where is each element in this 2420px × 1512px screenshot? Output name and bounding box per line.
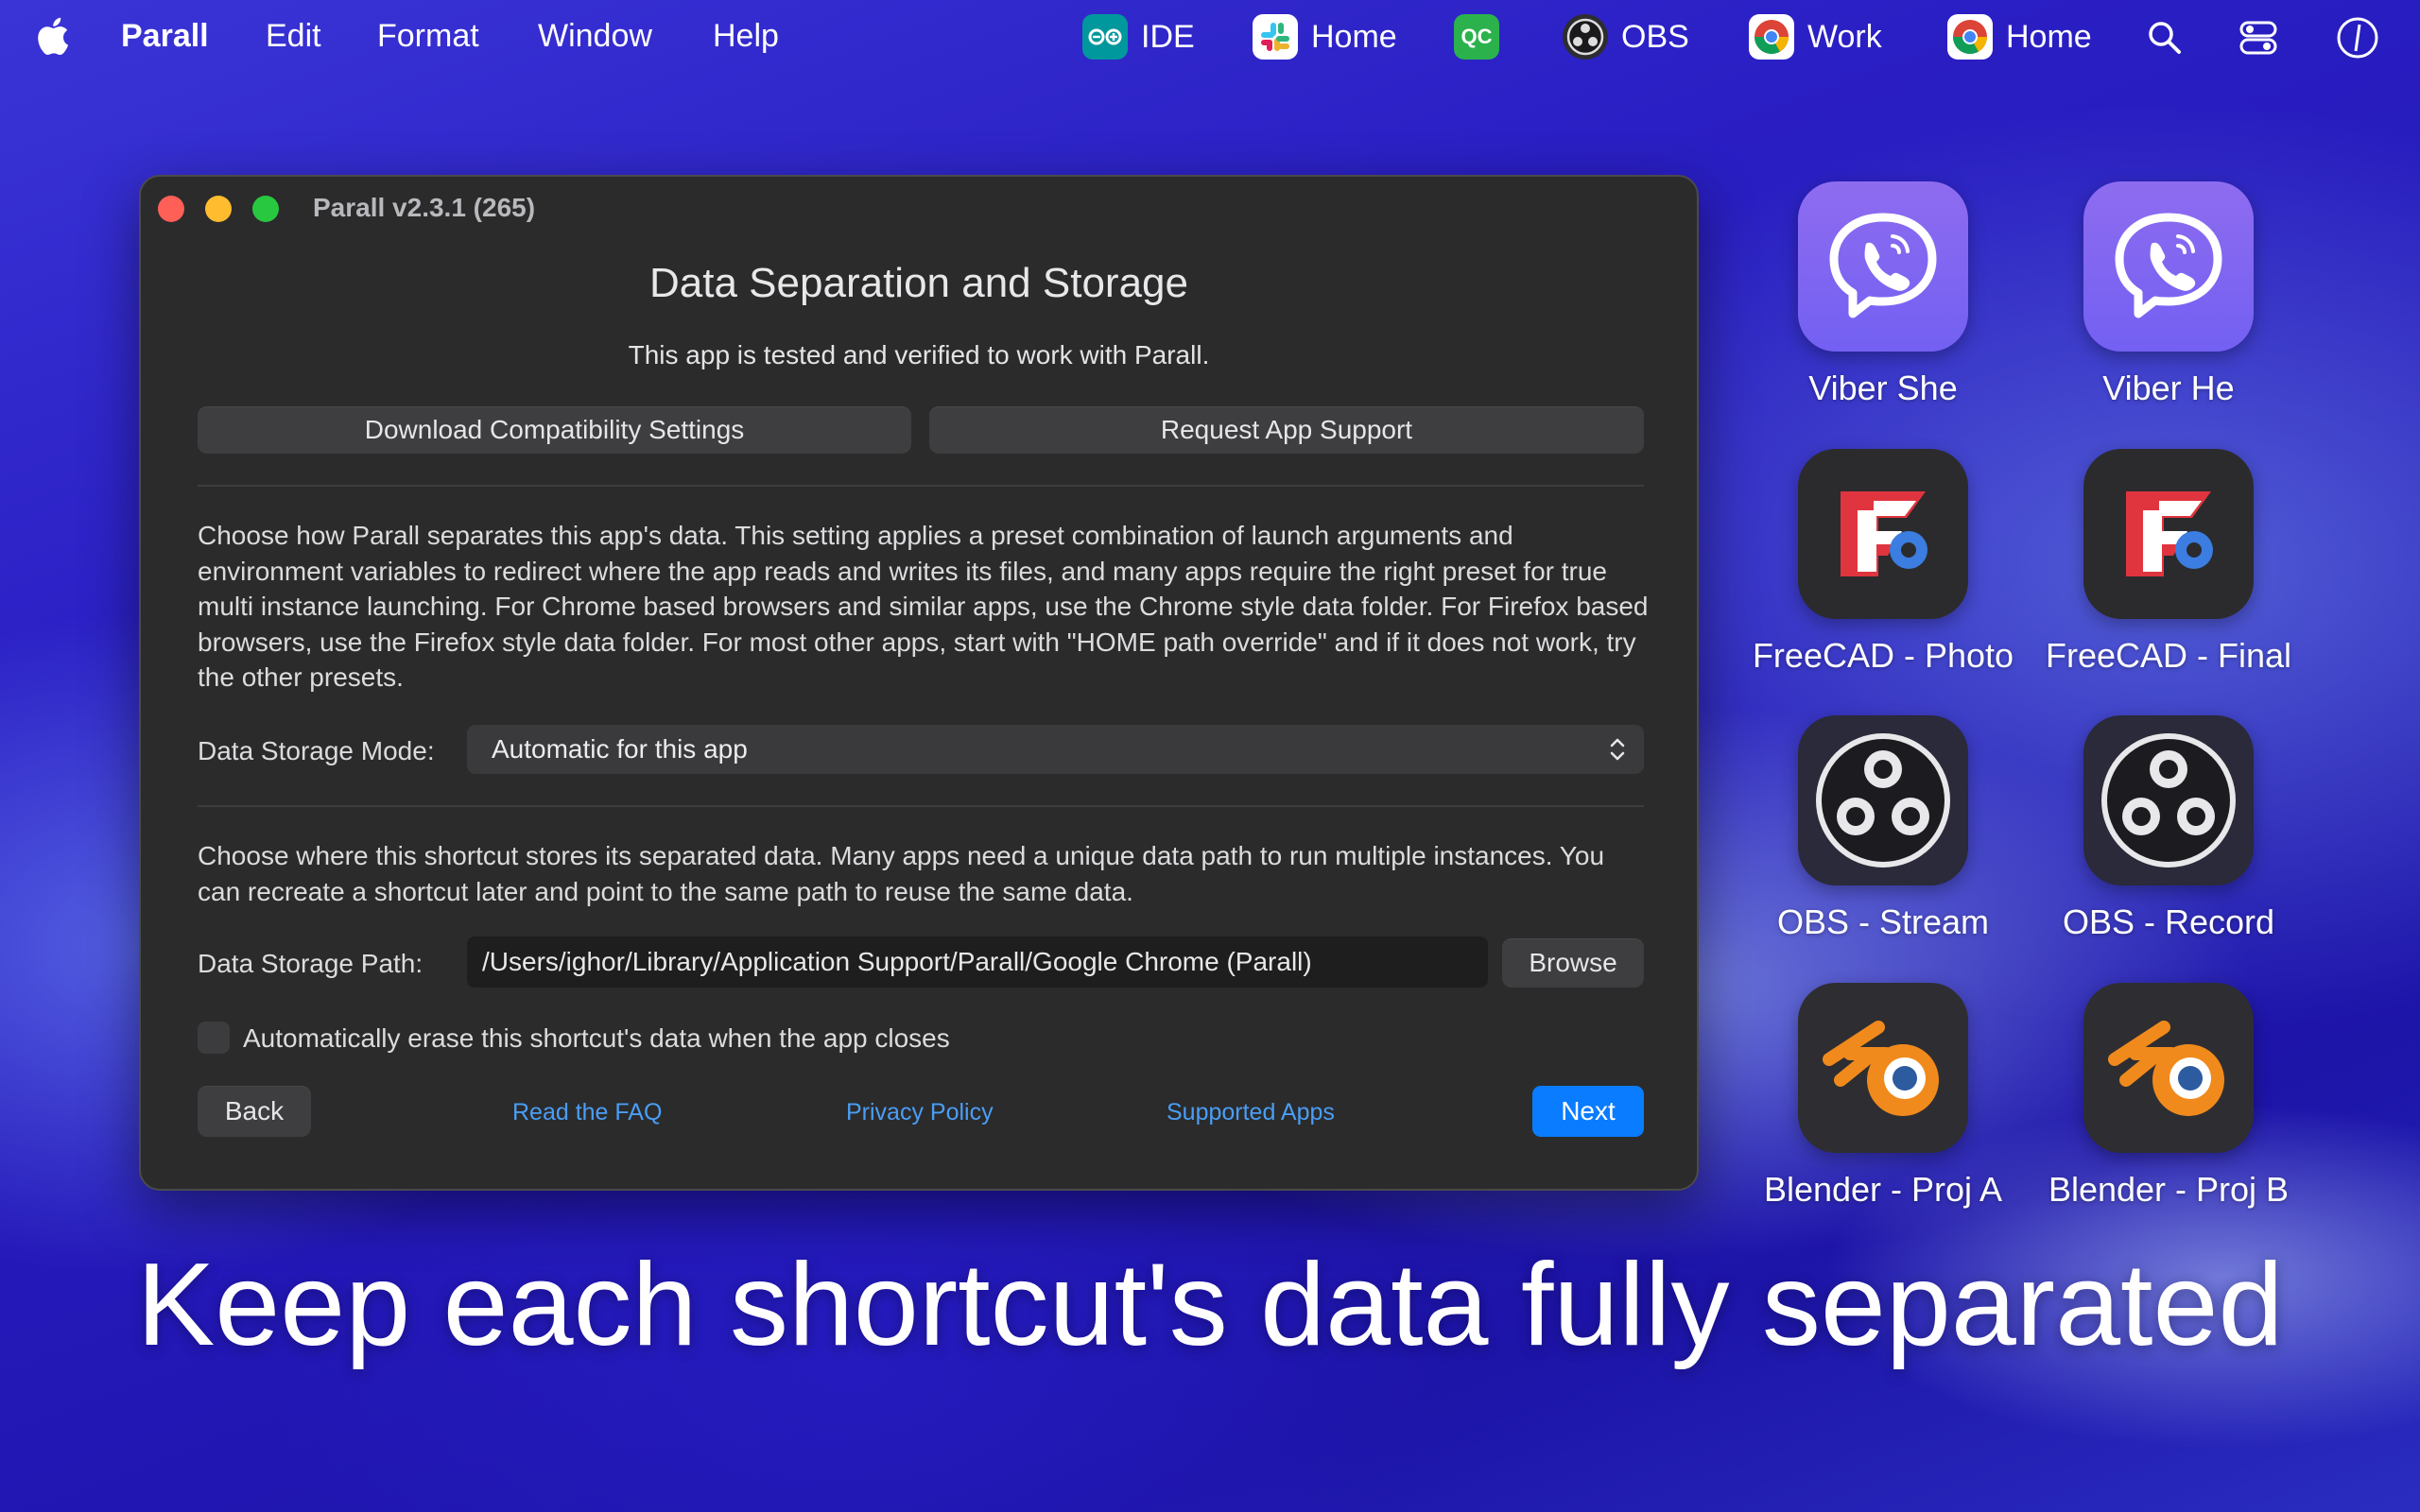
slack-icon — [1253, 14, 1298, 60]
menu-format[interactable]: Format — [377, 15, 479, 57]
mode-label: Data Storage Mode: — [198, 736, 435, 765]
divider — [198, 485, 1644, 487]
data-storage-mode-select[interactable]: Automatic for this app — [467, 725, 1644, 774]
desktop-shortcut-label: Blender - Proj B — [2048, 1170, 2290, 1209]
status-app-chrome-work[interactable]: Work — [1749, 13, 1882, 60]
compatibility-status: This app is tested and verified to work … — [628, 340, 1210, 369]
desktop-shortcut-freecad-final[interactable]: FreeCAD - Final — [2027, 449, 2310, 676]
privacy-policy-link[interactable]: Privacy Policy — [846, 1099, 994, 1126]
minimize-button[interactable] — [205, 196, 232, 222]
status-app-qc[interactable]: QC — [1454, 13, 1499, 60]
erase-data-checkbox[interactable] — [198, 1022, 230, 1054]
arduino-icon — [1082, 14, 1128, 60]
blender-icon — [2083, 983, 2254, 1153]
menu-help[interactable]: Help — [713, 15, 779, 57]
desktop-shortcut-blender-proj-b[interactable]: Blender - Proj B — [2027, 983, 2310, 1210]
menu-bar: Parall Edit Format Window Help IDE Home … — [0, 0, 2420, 74]
status-app-label: IDE — [1141, 18, 1195, 55]
desktop-shortcut-label: FreeCAD - Photo — [1752, 636, 2014, 675]
desktop-shortcut-label: OBS - Record — [2062, 902, 2275, 941]
desktop-shortcut-label: Viber She — [1808, 369, 1958, 407]
next-button[interactable]: Next — [1532, 1086, 1644, 1137]
desktop-shortcut-obs-stream[interactable]: OBS - Stream — [1741, 715, 2025, 942]
status-app-label: Home — [2006, 18, 2092, 55]
status-app-slack-home[interactable]: Home — [1253, 13, 1397, 60]
status-app-label: Home — [1311, 18, 1397, 55]
search-icon[interactable] — [2146, 19, 2184, 57]
blender-icon — [1798, 983, 1968, 1153]
browse-button[interactable]: Browse — [1502, 938, 1644, 988]
path-description: Choose where this shortcut stores its se… — [198, 841, 1605, 906]
mode-selected-value: Automatic for this app — [492, 734, 748, 764]
control-center-icon[interactable] — [2238, 19, 2278, 57]
desktop-shortcut-freecad-photo[interactable]: FreeCAD - Photo — [1741, 449, 2025, 676]
back-button[interactable]: Back — [198, 1086, 311, 1137]
status-app-label: Work — [1807, 18, 1882, 55]
desktop-shortcut-label: Viber He — [2102, 369, 2235, 407]
data-storage-path-field[interactable]: /Users/ighor/Library/Application Support… — [467, 936, 1488, 988]
status-app-obs[interactable]: OBS — [1563, 13, 1689, 60]
status-app-chrome-home[interactable]: Home — [1947, 13, 2092, 60]
desktop-shortcut-label: OBS - Stream — [1776, 902, 1990, 941]
obs-icon — [1798, 715, 1968, 885]
close-button[interactable] — [158, 196, 184, 222]
desktop-shortcut-label: FreeCAD - Final — [2045, 636, 2292, 675]
faq-link[interactable]: Read the FAQ — [512, 1099, 662, 1126]
mode-description: Choose how Parall separates this app's d… — [198, 521, 1649, 692]
request-app-support-button[interactable]: Request App Support — [929, 406, 1644, 454]
path-label: Data Storage Path: — [198, 949, 424, 978]
desktop-shortcut-viber-he[interactable]: Viber He — [2027, 181, 2310, 408]
parall-window: Parall v2.3.1 (265) Data Separation and … — [139, 175, 1699, 1191]
freecad-icon — [1798, 449, 1968, 619]
status-app-ide[interactable]: IDE — [1082, 13, 1195, 60]
divider — [198, 805, 1644, 807]
page-title: Data Separation and Storage — [649, 260, 1188, 306]
window-title: Parall v2.3.1 (265) — [313, 193, 536, 222]
chevron-updown-icon — [1610, 738, 1625, 761]
status-app-label: OBS — [1621, 18, 1689, 55]
chrome-icon — [1749, 14, 1794, 60]
desktop-shortcut-blender-proj-a[interactable]: Blender - Proj A — [1741, 983, 2025, 1210]
erase-data-label[interactable]: Automatically erase this shortcut's data… — [243, 1023, 950, 1054]
supported-apps-link[interactable]: Supported Apps — [1167, 1099, 1335, 1126]
download-compatibility-button[interactable]: Download Compatibility Settings — [198, 406, 911, 454]
chrome-icon — [1947, 14, 1993, 60]
desktop-shortcut-label: Blender - Proj A — [1763, 1170, 2003, 1209]
menu-edit[interactable]: Edit — [266, 15, 321, 57]
desktop-shortcut-viber-she[interactable]: Viber She — [1741, 181, 2025, 408]
promo-tagline: Keep each shortcut's data fully separate… — [136, 1240, 2284, 1370]
desktop-shortcut-obs-record[interactable]: OBS - Record — [2027, 715, 2310, 942]
menu-app-name[interactable]: Parall — [121, 15, 209, 57]
siri-icon[interactable] — [2335, 15, 2380, 60]
obs-icon — [2083, 715, 2254, 885]
viber-icon — [2083, 181, 2254, 352]
viber-icon — [1798, 181, 1968, 352]
obs-icon — [1563, 14, 1608, 60]
freecad-icon — [2083, 449, 2254, 619]
menu-window[interactable]: Window — [538, 15, 652, 57]
zoom-button[interactable] — [252, 196, 279, 222]
apple-icon[interactable] — [34, 15, 70, 57]
qc-icon: QC — [1454, 14, 1499, 60]
